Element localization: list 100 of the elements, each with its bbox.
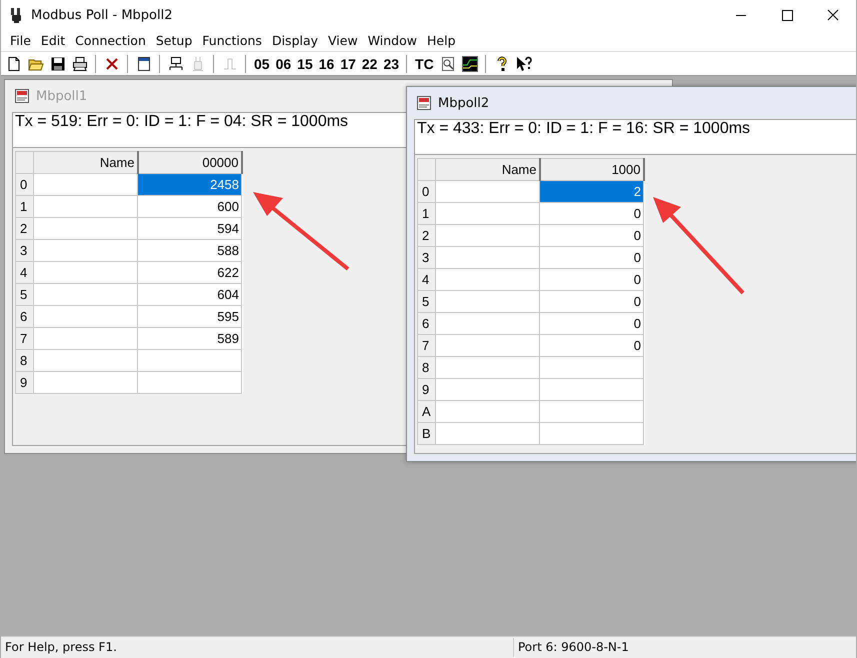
row-header[interactable]: 7: [418, 334, 436, 356]
table-cell[interactable]: [34, 174, 138, 196]
function-button[interactable]: 15: [296, 56, 314, 72]
table-cell[interactable]: [436, 268, 540, 290]
row-header[interactable]: 1: [16, 196, 34, 218]
pointer-question-icon[interactable]: [516, 56, 532, 72]
menu-item[interactable]: Help: [422, 33, 460, 48]
table-cell[interactable]: 0: [540, 224, 644, 246]
table-cell[interactable]: [34, 350, 138, 372]
table-cell[interactable]: [540, 378, 644, 400]
table-cell[interactable]: 589: [138, 328, 242, 350]
x-icon[interactable]: [104, 56, 120, 72]
row-header[interactable]: 8: [418, 356, 436, 378]
document-icon: [14, 88, 30, 104]
table-cell[interactable]: [436, 378, 540, 400]
network-icon[interactable]: [168, 56, 184, 72]
row-header[interactable]: 5: [418, 290, 436, 312]
menu-item[interactable]: File: [5, 33, 36, 48]
row-header[interactable]: 7: [16, 328, 34, 350]
row-header[interactable]: 2: [418, 224, 436, 246]
function-button[interactable]: 23: [382, 56, 400, 72]
table-cell[interactable]: 2: [540, 180, 644, 202]
table-cell[interactable]: [540, 422, 644, 444]
menu-item[interactable]: Setup: [150, 33, 198, 48]
row-header[interactable]: 8: [16, 350, 34, 372]
table-cell[interactable]: 0: [540, 290, 644, 312]
menu-item[interactable]: Functions: [197, 33, 267, 48]
column-header[interactable]: 00000: [138, 152, 242, 174]
row-header[interactable]: A: [418, 400, 436, 422]
row-header[interactable]: 4: [418, 268, 436, 290]
table-cell[interactable]: [540, 356, 644, 378]
table-cell[interactable]: [34, 306, 138, 328]
row-header[interactable]: 9: [16, 372, 34, 394]
table-cell[interactable]: 594: [138, 218, 242, 240]
table-cell[interactable]: 0: [540, 334, 644, 356]
window-title: Mbpoll2: [438, 96, 490, 110]
table-cell[interactable]: [436, 202, 540, 224]
table-cell[interactable]: 600: [138, 196, 242, 218]
table-cell[interactable]: [436, 312, 540, 334]
table-cell[interactable]: [138, 372, 242, 394]
table-cell[interactable]: 622: [138, 262, 242, 284]
magnifier-icon[interactable]: [440, 56, 456, 72]
document-icon[interactable]: [6, 56, 22, 72]
table-cell[interactable]: 595: [138, 306, 242, 328]
table-cell[interactable]: 0: [540, 246, 644, 268]
table-cell[interactable]: 0: [540, 202, 644, 224]
table-cell[interactable]: [34, 284, 138, 306]
table-cell[interactable]: [540, 400, 644, 422]
menu-item[interactable]: Display: [266, 33, 324, 48]
window-title: Mbpoll1: [36, 88, 88, 104]
status-text: For Help, press F1.: [4, 639, 118, 656]
table-cell[interactable]: [436, 290, 540, 312]
table-cell[interactable]: [34, 218, 138, 240]
table-cell[interactable]: [34, 196, 138, 218]
table-cell[interactable]: [34, 328, 138, 350]
row-header[interactable]: 0: [16, 174, 34, 196]
table-cell[interactable]: 588: [138, 240, 242, 262]
table-cell[interactable]: [436, 422, 540, 444]
function-button[interactable]: 06: [274, 56, 292, 72]
table-cell[interactable]: [34, 262, 138, 284]
column-header[interactable]: Name: [436, 158, 540, 180]
function-button[interactable]: 22: [360, 56, 378, 72]
row-header[interactable]: 3: [418, 246, 436, 268]
menu-item[interactable]: Window: [362, 33, 422, 48]
row-header[interactable]: 3: [16, 240, 34, 262]
table-cell[interactable]: [436, 224, 540, 246]
row-header[interactable]: 6: [418, 312, 436, 334]
window-icon[interactable]: [136, 56, 152, 72]
table-cell[interactable]: [34, 372, 138, 394]
table-cell[interactable]: [138, 350, 242, 372]
table-cell[interactable]: 604: [138, 284, 242, 306]
function-button[interactable]: 17: [339, 56, 357, 72]
window-title: Modbus Poll - Mbpoll2: [31, 8, 172, 22]
row-header[interactable]: 5: [16, 284, 34, 306]
table-cell[interactable]: 0: [540, 312, 644, 334]
menu-item[interactable]: View: [323, 33, 363, 48]
chart-icon[interactable]: [462, 56, 478, 72]
table-cell[interactable]: [34, 240, 138, 262]
table-cell[interactable]: [436, 400, 540, 422]
row-header[interactable]: 4: [16, 262, 34, 284]
menu-item[interactable]: Edit: [36, 33, 70, 48]
column-header[interactable]: 1000: [540, 158, 644, 180]
column-header[interactable]: Name: [34, 152, 138, 174]
function-button[interactable]: 05: [253, 56, 271, 72]
table-cell[interactable]: 2458: [138, 174, 242, 196]
row-header[interactable]: 0: [418, 180, 436, 202]
row-header[interactable]: 6: [16, 306, 34, 328]
row-header[interactable]: B: [418, 422, 436, 444]
function-button[interactable]: 16: [318, 56, 336, 72]
row-header[interactable]: 2: [16, 218, 34, 240]
table-cell[interactable]: 0: [540, 268, 644, 290]
table-cell[interactable]: [436, 180, 540, 202]
menu-item[interactable]: Connection: [70, 33, 151, 48]
function-button[interactable]: TC: [414, 56, 435, 72]
row-header[interactable]: 1: [418, 202, 436, 224]
printer-icon[interactable]: [72, 56, 88, 72]
table-cell[interactable]: [436, 356, 540, 378]
table-cell[interactable]: [436, 334, 540, 356]
row-header[interactable]: 9: [418, 378, 436, 400]
table-cell[interactable]: [436, 246, 540, 268]
